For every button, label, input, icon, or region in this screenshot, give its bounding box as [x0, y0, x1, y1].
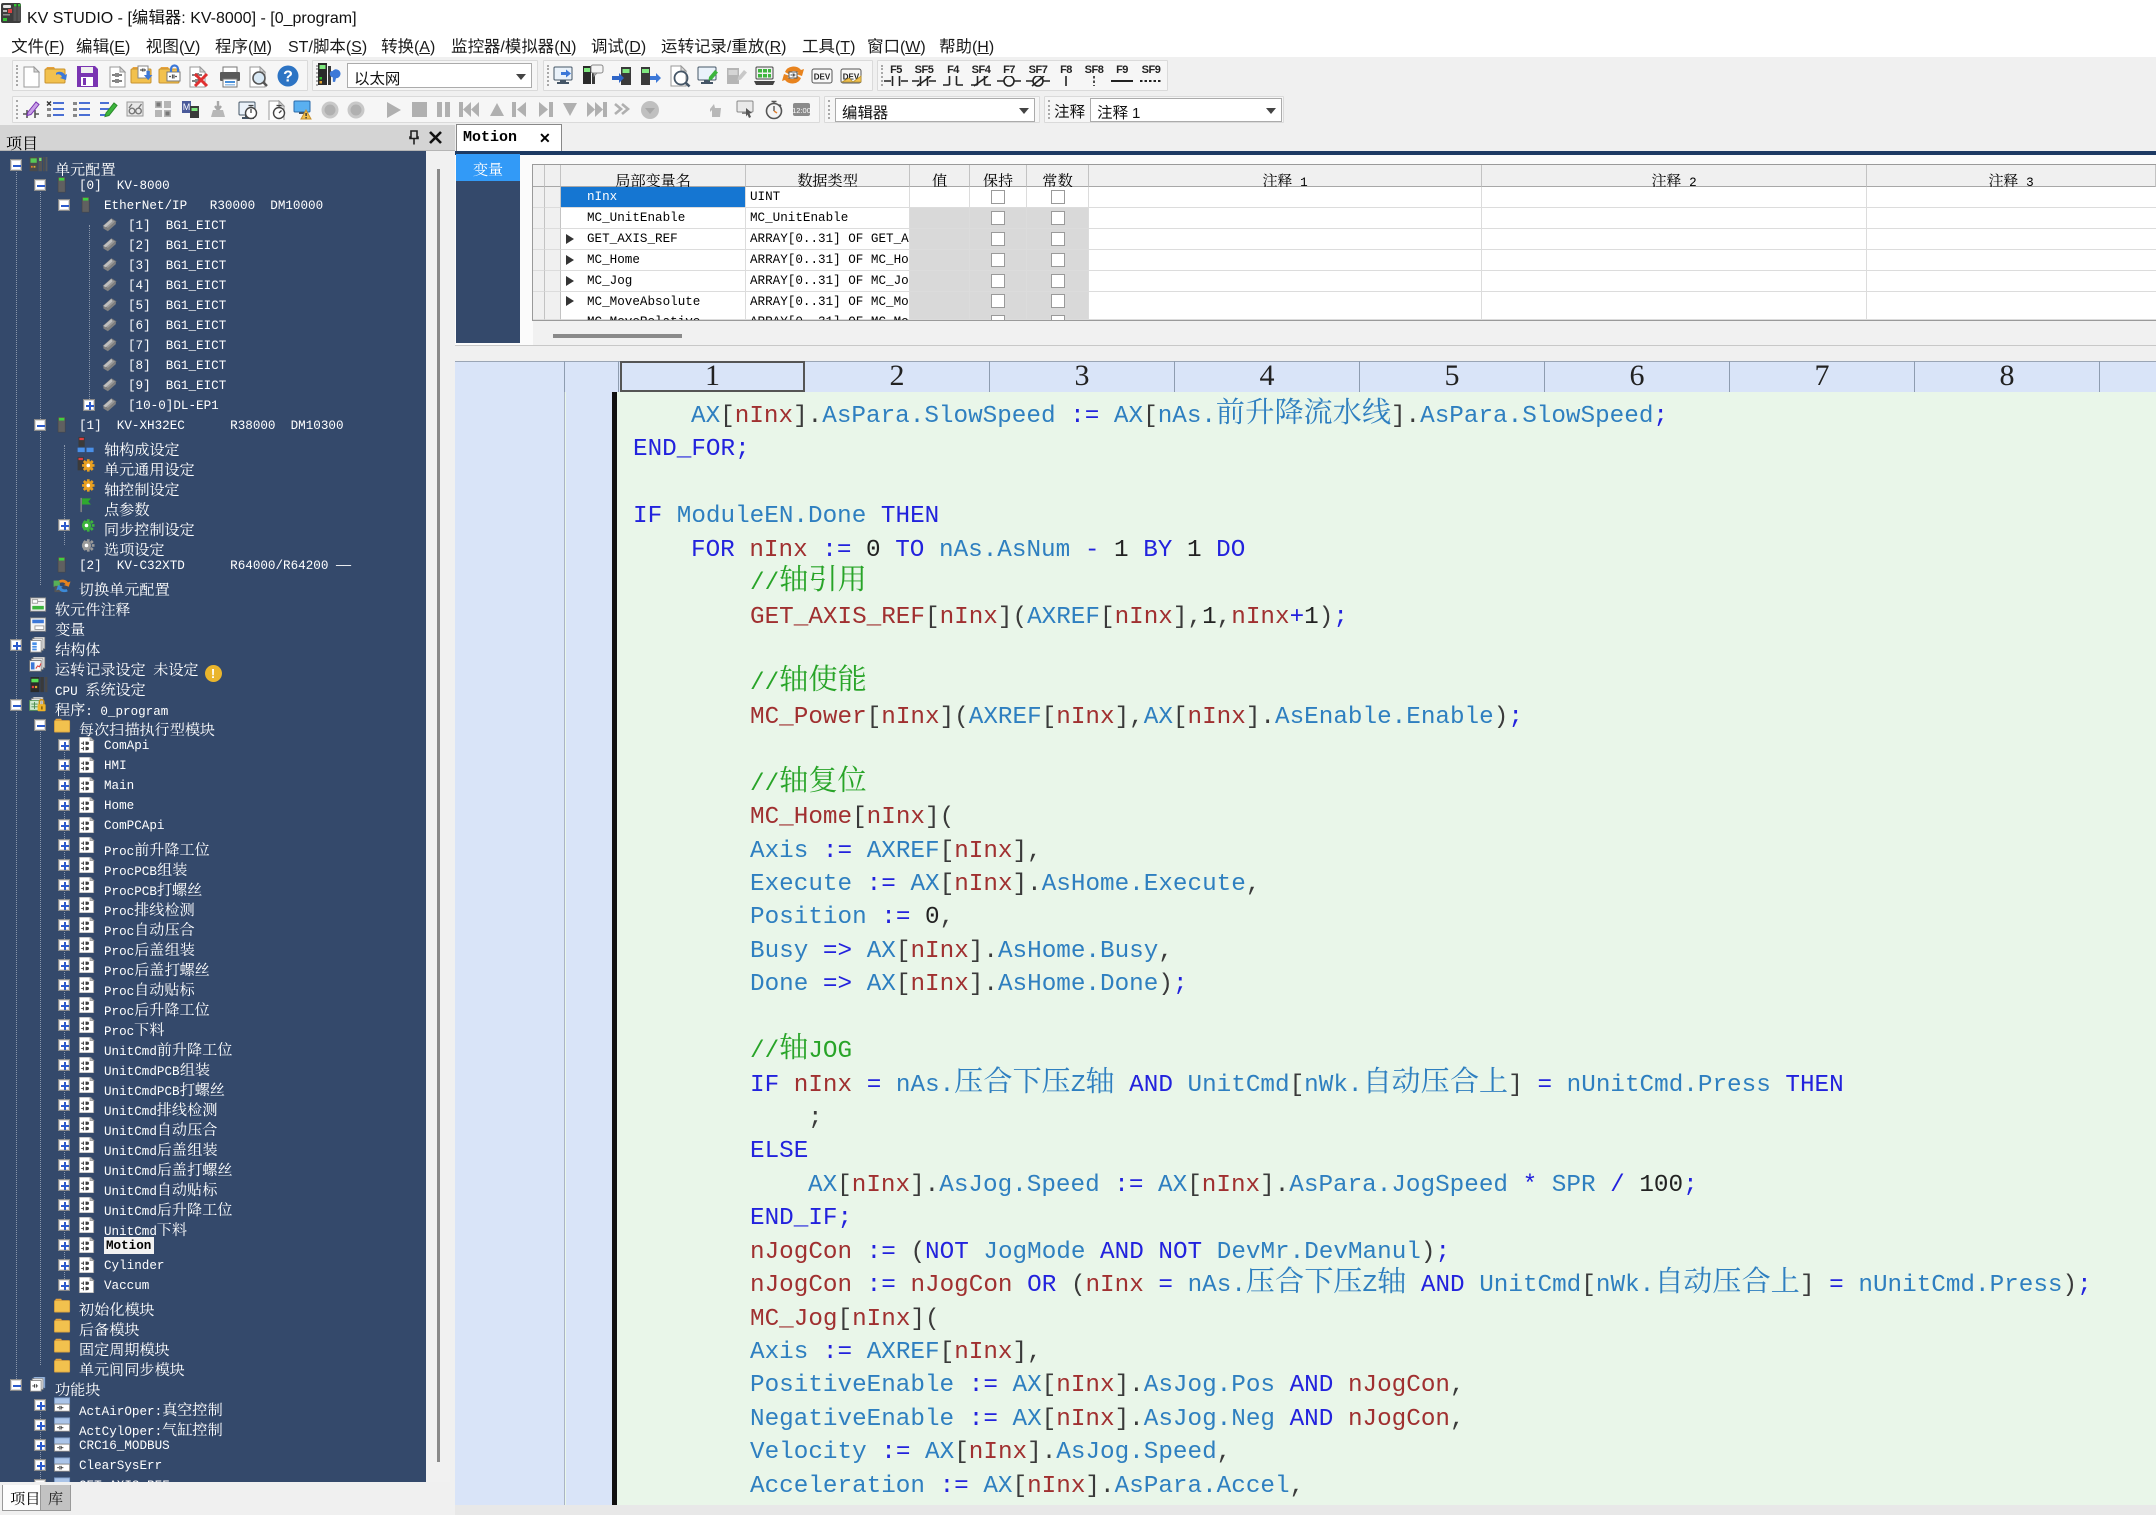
svg-text:12:00: 12:00 [792, 106, 811, 115]
svg-text:M: M [183, 102, 191, 112]
svg-text:?: ? [283, 69, 293, 86]
svg-text:DEV: DEV [814, 73, 831, 82]
